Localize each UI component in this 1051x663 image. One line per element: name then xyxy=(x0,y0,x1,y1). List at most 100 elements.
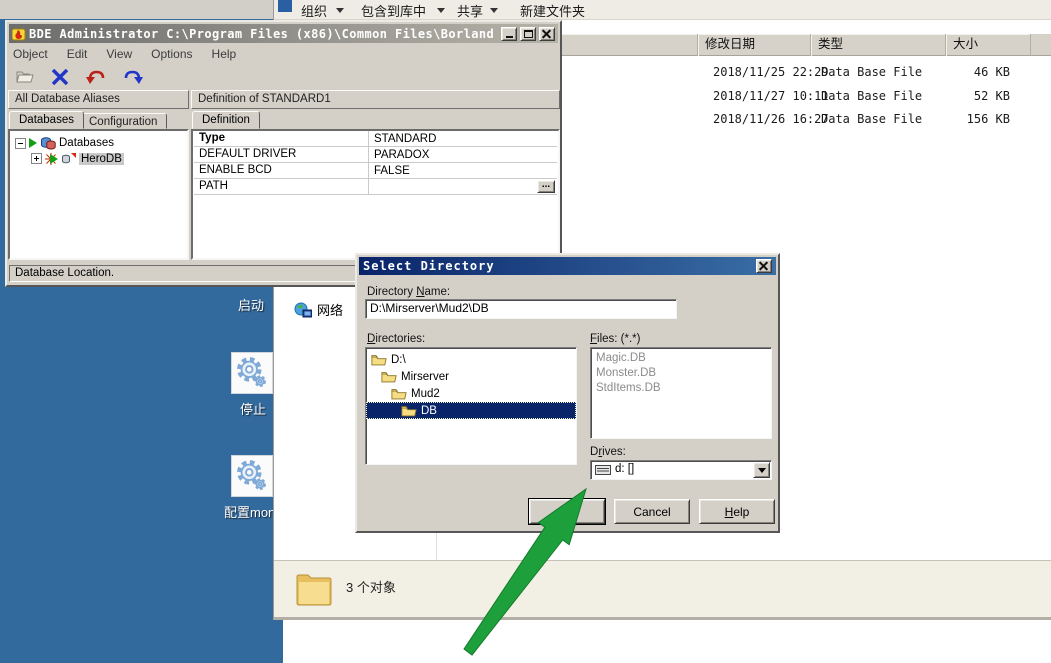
window-title: BDE Administrator C:\Program Files (x86)… xyxy=(29,27,498,41)
select-directory-dialog: Select Directory Directory Name: D:\Mirs… xyxy=(355,253,780,533)
toolbar-item-organize[interactable]: 组织 xyxy=(301,1,327,20)
maximize-button[interactable] xyxy=(520,27,536,41)
definition-row[interactable]: DEFAULT DRIVER PARADOX xyxy=(194,147,557,163)
sidebar-item-network[interactable]: 网络 xyxy=(294,300,343,319)
definition-value: PARADOX xyxy=(369,149,557,161)
chevron-down-icon[interactable] xyxy=(490,8,498,13)
drive-icon xyxy=(595,465,611,475)
cancel-button[interactable]: Cancel xyxy=(614,499,690,524)
play-triangle-icon xyxy=(50,154,58,164)
menu-view[interactable]: View xyxy=(106,47,132,61)
definition-grid-pane: Type STANDARD DEFAULT DRIVER PARADOX ENA… xyxy=(191,129,560,260)
collapse-icon[interactable] xyxy=(15,138,26,149)
column-size[interactable]: 大小 xyxy=(946,34,1031,56)
help-button[interactable]: Help xyxy=(699,499,775,524)
file-size: 46 KB xyxy=(934,65,1010,79)
definition-key: ENABLE BCD xyxy=(194,163,369,179)
minimize-button[interactable] xyxy=(501,27,517,41)
definition-row[interactable]: Type STANDARD xyxy=(194,131,557,147)
dropdown-arrow-icon[interactable] xyxy=(753,462,770,478)
folder-icon xyxy=(381,371,397,383)
directory-name-input[interactable]: D:\Mirserver\Mud2\DB xyxy=(365,299,677,319)
undo-arrow-icon[interactable] xyxy=(85,69,107,85)
background-window-strip xyxy=(0,0,273,19)
left-panel-header: All Database Aliases xyxy=(8,90,189,109)
definition-key: PATH xyxy=(194,179,369,195)
definition-key: DEFAULT DRIVER xyxy=(194,147,369,163)
toolbar-item-new-folder[interactable]: 新建文件夹 xyxy=(520,1,585,20)
close-icon[interactable] xyxy=(756,259,772,273)
file-date: 2018/11/26 16:27 xyxy=(713,112,829,126)
menu-options[interactable]: Options xyxy=(151,47,192,61)
databases-icon xyxy=(40,136,56,150)
gear-icon[interactable] xyxy=(231,352,273,394)
directories-label: Directories: xyxy=(367,333,425,345)
menu-bar: Object Edit View Options Help xyxy=(13,45,236,63)
tab-configuration[interactable]: Configuration xyxy=(79,113,167,129)
chevron-down-icon[interactable] xyxy=(437,8,445,13)
shortcut-label-start[interactable]: 启动 xyxy=(238,295,264,314)
bde-administrator-window: BDE Administrator C:\Program Files (x86)… xyxy=(5,20,562,287)
directory-name-label: Directory Name: xyxy=(367,286,450,298)
file-date: 2018/11/25 22:29 xyxy=(713,65,829,79)
menu-edit[interactable]: Edit xyxy=(67,47,88,61)
chevron-down-icon[interactable] xyxy=(336,8,344,13)
right-panel-header: Definition of STANDARD1 xyxy=(191,90,560,109)
directory-item-selected[interactable]: DB xyxy=(366,402,576,419)
open-folder-icon[interactable] xyxy=(15,69,35,85)
bde-toolbar xyxy=(15,64,144,90)
definition-row[interactable]: PATH ... xyxy=(194,179,557,195)
file-item: Magic.DB xyxy=(591,351,771,366)
alias-tree-pane: Databases HeroDB xyxy=(8,129,189,260)
dialog-title-bar[interactable]: Select Directory xyxy=(359,257,776,275)
details-pane: 3 个对象 xyxy=(274,560,1051,617)
delete-x-icon[interactable] xyxy=(50,68,70,86)
expand-icon[interactable] xyxy=(31,153,42,164)
definition-row[interactable]: ENABLE BCD FALSE xyxy=(194,163,557,179)
directory-item[interactable]: Mirserver xyxy=(366,368,576,385)
tab-databases[interactable]: Databases xyxy=(9,111,84,129)
shortcut-label-configure[interactable]: 配置mon xyxy=(224,502,275,521)
files-listbox[interactable]: Magic.DB Monster.DB StdItems.DB xyxy=(590,347,772,439)
menu-object[interactable]: Object xyxy=(13,47,48,61)
menu-help[interactable]: Help xyxy=(212,47,237,61)
toolbar-item-share[interactable]: 共享 xyxy=(457,1,483,20)
directories-listbox[interactable]: D:\ Mirserver Mud2 DB xyxy=(365,347,577,465)
tree-node-herodb[interactable]: HeroDB xyxy=(31,152,124,165)
window-fragment xyxy=(278,0,292,12)
definition-value: STANDARD xyxy=(369,133,557,145)
file-item: StdItems.DB xyxy=(591,381,771,396)
object-count-label: 3 个对象 xyxy=(346,577,396,596)
column-date-modified[interactable]: 修改日期 xyxy=(698,34,811,56)
redo-arrow-icon[interactable] xyxy=(122,69,144,85)
file-size: 156 KB xyxy=(934,112,1010,126)
folder-icon xyxy=(371,354,387,366)
folder-icon xyxy=(294,567,334,611)
database-alias-icon xyxy=(61,152,76,165)
bde-title-bar[interactable]: BDE Administrator C:\Program Files (x86)… xyxy=(9,24,558,43)
tree-node-databases[interactable]: Databases xyxy=(15,136,114,150)
files-label: Files: (*.*) xyxy=(590,333,640,345)
toolbar-item-include-in-library[interactable]: 包含到库中 xyxy=(361,1,426,20)
drives-combobox[interactable]: d: [] xyxy=(590,460,772,480)
tree-node-label: Databases xyxy=(59,137,114,149)
folder-icon xyxy=(401,405,417,417)
column-type[interactable]: 类型 xyxy=(811,34,946,56)
gear-icon[interactable] xyxy=(231,455,273,497)
network-globe-monitor-icon xyxy=(294,302,312,318)
explorer-toolbar: 组织 包含到库中 共享 新建文件夹 xyxy=(274,0,1051,20)
bde-flame-icon xyxy=(12,27,26,41)
drive-value: d: [] xyxy=(615,463,634,475)
file-item: Monster.DB xyxy=(591,366,771,381)
file-type: Data Base File xyxy=(821,112,922,126)
close-button[interactable] xyxy=(539,27,555,41)
ok-button[interactable]: OK xyxy=(529,499,605,524)
file-type: Data Base File xyxy=(821,89,922,103)
directory-item[interactable]: D:\ xyxy=(366,351,576,368)
tab-definition[interactable]: Definition xyxy=(192,111,260,129)
browse-path-button[interactable]: ... xyxy=(537,180,555,193)
tree-node-label: HeroDB xyxy=(79,153,124,165)
directory-item[interactable]: Mud2 xyxy=(366,385,576,402)
dialog-title: Select Directory xyxy=(363,259,756,273)
shortcut-label-stop[interactable]: 停止 xyxy=(240,399,266,418)
